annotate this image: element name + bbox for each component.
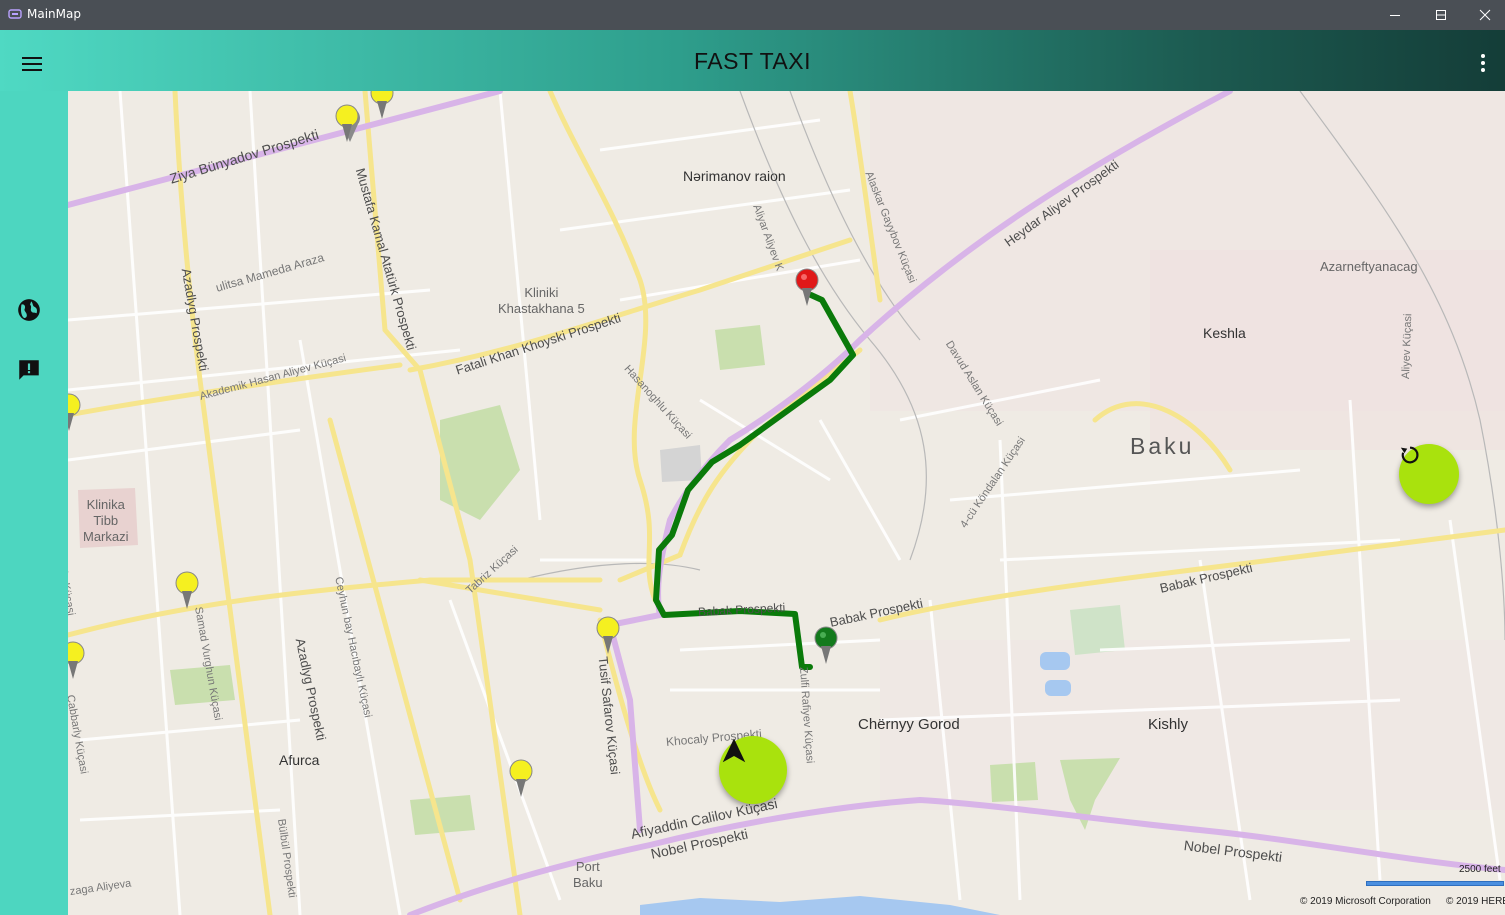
district-label: Keshla (1203, 325, 1246, 341)
window-title: MainMap (27, 7, 81, 21)
road-label: Aliyev Küçasi (1400, 313, 1415, 380)
taxi-pin[interactable] (595, 614, 623, 656)
district-label: Kishly (1148, 716, 1189, 733)
window-titlebar: MainMap (0, 0, 1505, 30)
navigation-arrow-icon (722, 738, 746, 763)
maximize-window-button[interactable] (1418, 0, 1464, 30)
destination-pin[interactable] (794, 266, 822, 308)
sidebar (0, 91, 68, 915)
maximize-icon (1436, 10, 1446, 20)
district-label: Azarneftyanacag (1320, 259, 1418, 274)
minimize-glyph-icon (1390, 15, 1400, 16)
app-title: FAST TAXI (694, 48, 811, 74)
app-header: FAST TAXI (0, 30, 1505, 91)
app-icon (8, 9, 22, 19)
more-vertical-icon[interactable] (1476, 52, 1490, 74)
poi-label: Port Baku (573, 859, 603, 890)
district-label: Nərimanov raion (683, 168, 786, 184)
close-icon (1479, 9, 1490, 21)
copyright-here: © 2019 HERE (1446, 896, 1505, 907)
taxi-pin[interactable] (68, 391, 84, 433)
minimize-window-button[interactable] (1372, 0, 1418, 30)
navigate-button[interactable] (719, 736, 787, 804)
taxi-pin[interactable] (334, 102, 362, 144)
scale-label: 2500 feet (1459, 864, 1501, 875)
close-window-button[interactable] (1464, 0, 1505, 30)
taxi-pin[interactable] (508, 757, 536, 799)
district-label: Afurca (279, 752, 320, 768)
origin-pin[interactable] (813, 624, 841, 666)
taxi-pin[interactable] (369, 91, 397, 121)
taxi-pin[interactable] (68, 639, 88, 681)
scale-bar (1366, 881, 1504, 886)
map-canvas (68, 91, 1505, 915)
feedback-icon[interactable] (16, 357, 42, 383)
refresh-button[interactable] (1399, 444, 1459, 504)
poi-label: Kliniki Khastakhana 5 (498, 285, 585, 316)
city-label: Baku (1130, 433, 1195, 459)
refresh-icon (1400, 446, 1419, 464)
map-view[interactable]: Nərimanov raion Azarneftyanacag Keshla B… (68, 91, 1505, 915)
taxi-pin[interactable] (174, 569, 202, 611)
district-label: Chërnyy Gorod (858, 716, 960, 733)
globe-icon[interactable] (16, 297, 42, 323)
poi-label: Klinika Tibb Markazi (83, 497, 129, 544)
copyright-microsoft: © 2019 Microsoft Corporation (1300, 896, 1431, 907)
